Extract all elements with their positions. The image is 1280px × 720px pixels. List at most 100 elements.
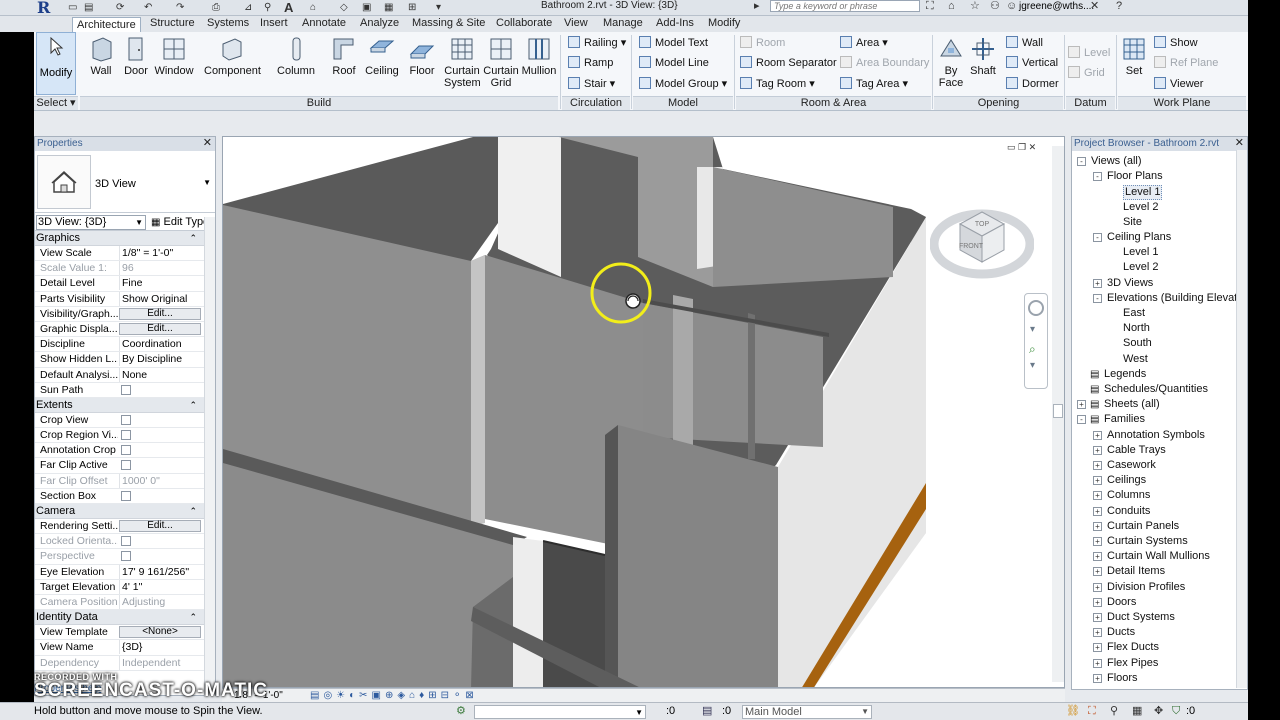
tree-item[interactable]: Level 2 [1123,261,1158,274]
floor-button[interactable]: Floor [408,36,436,77]
active-workset-selector[interactable]: ▼ [474,705,646,719]
expand-icon[interactable]: + [1093,658,1102,668]
viewcube[interactable]: TOP FRONT [929,196,1035,280]
expand-icon[interactable]: + [1093,461,1102,470]
zoom-icon[interactable]: ⌕ [1029,342,1036,357]
property-value[interactable]: None [119,367,203,382]
set-work-plane-button[interactable]: Set [1120,36,1148,77]
measure-icon[interactable]: ⊿ [244,1,252,14]
tree-item[interactable]: Duct Systems [1107,611,1175,624]
dormer-button[interactable]: Dormer [1006,77,1059,91]
property-group[interactable]: Graphics ⌃ [35,231,215,246]
thin-lines-icon[interactable]: ▣ [362,1,371,14]
expand-icon[interactable]: + [1093,567,1102,577]
revit-logo-icon[interactable]: R [37,0,57,16]
property-value[interactable]: Coordination [119,337,203,352]
model-line-button[interactable]: Model Line [639,56,709,70]
tag-room-button[interactable]: Tag Room ▾ [740,77,815,91]
wall-opening-button[interactable]: Wall [1006,36,1043,50]
switch-windows-icon[interactable]: ⊞ [408,1,416,14]
property-value[interactable]: 4' 1" [119,579,203,594]
tree-item[interactable]: Columns [1107,489,1150,502]
property-checkbox[interactable] [121,490,131,501]
tree-item[interactable]: Views (all) [1091,155,1142,168]
subscription-icon[interactable]: ⌂ [948,0,955,13]
property-edit-button[interactable]: Edit... [119,322,201,335]
collapse-icon[interactable]: ⌃ [189,231,197,245]
tree-item[interactable]: Level 1 [1123,185,1163,201]
restore-icon[interactable]: ❐ [1018,142,1026,152]
property-value[interactable]: 1/8" = 1'-0" [119,246,203,260]
tree-item[interactable]: Families [1104,413,1145,426]
tab-collaborate[interactable]: Collaborate [496,16,552,32]
collapse-icon[interactable]: - [1093,172,1102,182]
tree-item[interactable]: Ceilings [1107,474,1146,487]
viewcube-top-label[interactable]: TOP [975,221,990,228]
tree-item[interactable]: Flex Ducts [1107,641,1159,654]
tree-item[interactable]: Curtain Wall Mullions [1107,550,1210,563]
binoculars-icon[interactable]: ⛶ [926,0,934,13]
show-work-plane-button[interactable]: Show [1154,36,1198,50]
collapse-icon[interactable]: - [1093,233,1102,242]
window-button[interactable]: Window [154,36,194,77]
tree-item[interactable]: 3D Views [1107,277,1153,290]
chevron-down-icon[interactable]: ▼ [203,178,211,187]
expand-icon[interactable]: + [1093,628,1102,638]
tree-item[interactable]: Floors [1107,672,1138,685]
tree-item[interactable]: West [1123,353,1148,366]
favorites-star-icon[interactable]: ☆ [970,0,980,13]
model-group-button[interactable]: Model Group ▾ [639,77,727,91]
tree-item[interactable]: Cable Trays [1107,444,1166,457]
tree-item[interactable]: Level 2 [1123,201,1158,214]
opening-by-face-button[interactable]: By Face [936,36,966,89]
expand-icon[interactable]: + [1093,445,1102,455]
select-panel-bar[interactable]: Select ▾ [34,96,78,110]
curtain-grid-button[interactable]: Curtain Grid [482,36,520,89]
select-by-face-icon[interactable]: ▦ [1132,703,1142,720]
chevron-down-icon[interactable]: ▾ [1030,360,1035,371]
tree-item[interactable]: East [1123,307,1145,320]
drag-elements-icon[interactable]: ✥ [1154,703,1163,720]
tree-item[interactable]: Ceiling Plans [1107,231,1171,244]
tab-architecture[interactable]: Architecture [72,17,141,32]
exchange-icon[interactable]: ✕ [1090,0,1099,13]
vertical-opening-button[interactable]: Vertical [1006,56,1058,70]
tab-massing-site[interactable]: Massing & Site [412,16,485,32]
ramp-button[interactable]: Ramp [568,56,613,70]
close-icon[interactable]: ✕ [1235,137,1244,150]
search-options-icon[interactable]: ▸ [754,0,760,13]
expand-icon[interactable]: + [1093,552,1102,562]
collapse-icon[interactable]: ⌃ [189,504,197,518]
property-checkbox[interactable] [121,460,131,471]
model-text-button[interactable]: Model Text [639,36,708,50]
tree-item[interactable]: Doors [1107,596,1136,609]
tree-item[interactable]: North [1123,322,1150,335]
property-checkbox[interactable] [121,430,131,441]
design-options-icon[interactable]: ▤ [702,703,712,720]
ceiling-button[interactable]: Ceiling [364,36,400,77]
expand-icon[interactable]: + [1093,278,1102,288]
tree-item[interactable]: Ducts [1107,626,1135,639]
expand-icon[interactable]: + [1093,521,1102,531]
property-edit-button[interactable]: Edit... [119,307,201,320]
type-selector[interactable]: 3D View ▼ [35,151,215,213]
expand-icon[interactable]: + [1093,582,1102,592]
viewcube-front-label[interactable]: FRONT [959,243,984,250]
viewport-scrollbar[interactable] [1052,146,1064,682]
property-checkbox[interactable] [121,384,131,395]
property-group[interactable]: Identity Data ⌃ [35,610,215,626]
expand-icon[interactable]: + [1093,506,1102,516]
tab-annotate[interactable]: Annotate [302,16,346,32]
tree-item[interactable]: Division Profiles [1107,581,1185,594]
tree-item[interactable]: Site [1123,216,1142,229]
grid-button[interactable]: Grid [1068,66,1105,80]
modify-button[interactable]: Modify [36,32,76,95]
tree-item[interactable]: Conduits [1107,505,1150,518]
viewer-button[interactable]: Viewer [1154,77,1203,91]
section-icon[interactable]: ◇ [340,1,348,14]
3d-view-icon[interactable]: ⌂ [310,1,316,14]
save-icon[interactable]: ▤ [84,1,93,14]
collapse-icon[interactable]: - [1077,157,1086,166]
area-button[interactable]: Area ▾ [840,36,888,50]
tree-item[interactable]: Elevations (Building Elevation) [1107,292,1247,305]
